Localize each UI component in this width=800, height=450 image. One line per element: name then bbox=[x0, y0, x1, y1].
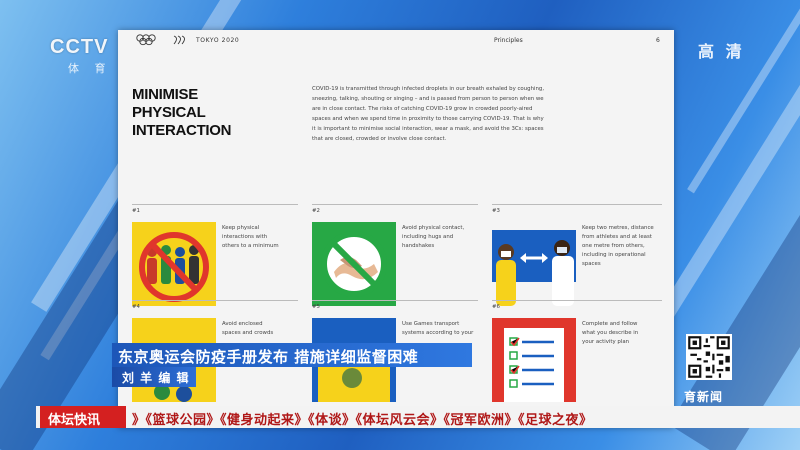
caption-line: spaces bbox=[582, 261, 601, 267]
news-label: 育新闻 bbox=[684, 390, 724, 404]
caption-line: interactions with bbox=[222, 234, 268, 240]
rule-number: #4 bbox=[132, 304, 140, 310]
qr-code bbox=[686, 334, 732, 380]
olympic-paralympic-logos bbox=[136, 34, 185, 46]
cctv-logo: CCTV bbox=[50, 36, 109, 58]
rule-caption: Avoid physical contact, including hugs a… bbox=[402, 224, 494, 251]
caption-line: one metre from others, bbox=[582, 243, 645, 249]
intro-line: COVID-19 is transmitted through infected… bbox=[312, 86, 545, 92]
headline-banner: 东京奥运会防疫手册发布 措施详细监督困难 bbox=[112, 343, 472, 367]
divider bbox=[492, 204, 662, 205]
rule-number: #5 bbox=[312, 304, 320, 310]
caption-line: Complete and follow bbox=[582, 321, 638, 327]
rule-caption: Complete and follow what you describe in… bbox=[582, 320, 674, 347]
ticker-text: 》《篮球公园》《健身动起来》《体谈》《体坛风云会》《冠军欧洲》《足球之夜》 bbox=[132, 413, 593, 428]
caption-line: Use Games transport bbox=[402, 321, 460, 327]
rule-caption: Keep physical interactions with others t… bbox=[222, 224, 314, 251]
rule-number: #2 bbox=[312, 208, 320, 214]
intro-line: it is important to minimise social inter… bbox=[312, 126, 544, 132]
rule-caption: Use Games transport systems according to… bbox=[402, 320, 494, 338]
caption-line: your activity plan bbox=[582, 339, 630, 345]
caption-line: what you describe in bbox=[582, 330, 639, 336]
rule-number: #3 bbox=[492, 208, 500, 214]
caption-line: others to a minimum bbox=[222, 243, 279, 249]
page-number: 6 bbox=[656, 37, 660, 44]
divider bbox=[492, 300, 662, 301]
no-crowd-icon bbox=[132, 222, 216, 306]
rule-caption: Avoid enclosed spaces and crowds bbox=[222, 320, 314, 338]
divider bbox=[312, 300, 478, 301]
intro-line: that are closed, crowded or involve clos… bbox=[312, 136, 447, 142]
intro-paragraph: COVID-19 is transmitted through infected… bbox=[312, 84, 664, 144]
section-heading: MINIMISE PHYSICAL INTERACTION bbox=[132, 86, 232, 140]
ticker-label: 体坛快讯 bbox=[40, 406, 126, 428]
intro-line: sneezing, talking, shouting or singing –… bbox=[312, 96, 544, 102]
headline-text: 东京奥运会防疫手册发布 措施详细监督困难 bbox=[118, 348, 419, 366]
caption-line: from athletes and at least bbox=[582, 234, 652, 240]
checklist-icon bbox=[492, 318, 576, 402]
editor-banner: 刘 羊 编 辑 bbox=[112, 367, 196, 387]
caption-line: Keep two metres, distance bbox=[582, 225, 654, 231]
caption-line: handshakes bbox=[402, 243, 435, 249]
document-header: TOKYO 2020 Principles 6 bbox=[118, 30, 674, 52]
heading-line: INTERACTION bbox=[132, 122, 232, 139]
divider bbox=[132, 300, 298, 301]
editor-text: 刘 羊 编 辑 bbox=[122, 371, 190, 385]
caption-line: Avoid enclosed bbox=[222, 321, 263, 327]
divider bbox=[312, 204, 478, 205]
caption-line: including hugs and bbox=[402, 234, 454, 240]
news-ticker: 体坛快讯 》《篮球公园》《健身动起来》《体谈》《体坛风云会》《冠军欧洲》《足球之… bbox=[36, 406, 800, 428]
no-handshake-icon bbox=[312, 222, 396, 306]
rule-caption: Keep two metres, distance from athletes … bbox=[582, 224, 674, 269]
document-page: TOKYO 2020 Principles 6 MINIMISE PHYSICA… bbox=[118, 30, 674, 428]
rule-number: #1 bbox=[132, 208, 140, 214]
event-name: TOKYO 2020 bbox=[196, 37, 240, 44]
heading-line: PHYSICAL bbox=[132, 104, 206, 121]
ticker-label-text: 体坛快讯 bbox=[48, 413, 101, 428]
caption-line: Avoid physical contact, bbox=[402, 225, 465, 231]
divider bbox=[132, 204, 298, 205]
section-title: Principles bbox=[494, 37, 523, 44]
intro-line: spaces and when we spend time in proximi… bbox=[312, 116, 544, 122]
hd-badge: 高 清 bbox=[698, 42, 745, 61]
caption-line: spaces and crowds bbox=[222, 330, 274, 336]
channel-name: 体 育 bbox=[68, 62, 112, 75]
rule-number: #6 bbox=[492, 304, 500, 310]
caption-line: Keep physical bbox=[222, 225, 260, 231]
distance-icon bbox=[492, 222, 576, 306]
caption-line: systems according to your bbox=[402, 330, 474, 336]
caption-line: including in operational bbox=[582, 252, 646, 258]
intro-line: are in close contact. The risks of catch… bbox=[312, 106, 533, 112]
heading-line: MINIMISE bbox=[132, 86, 198, 103]
